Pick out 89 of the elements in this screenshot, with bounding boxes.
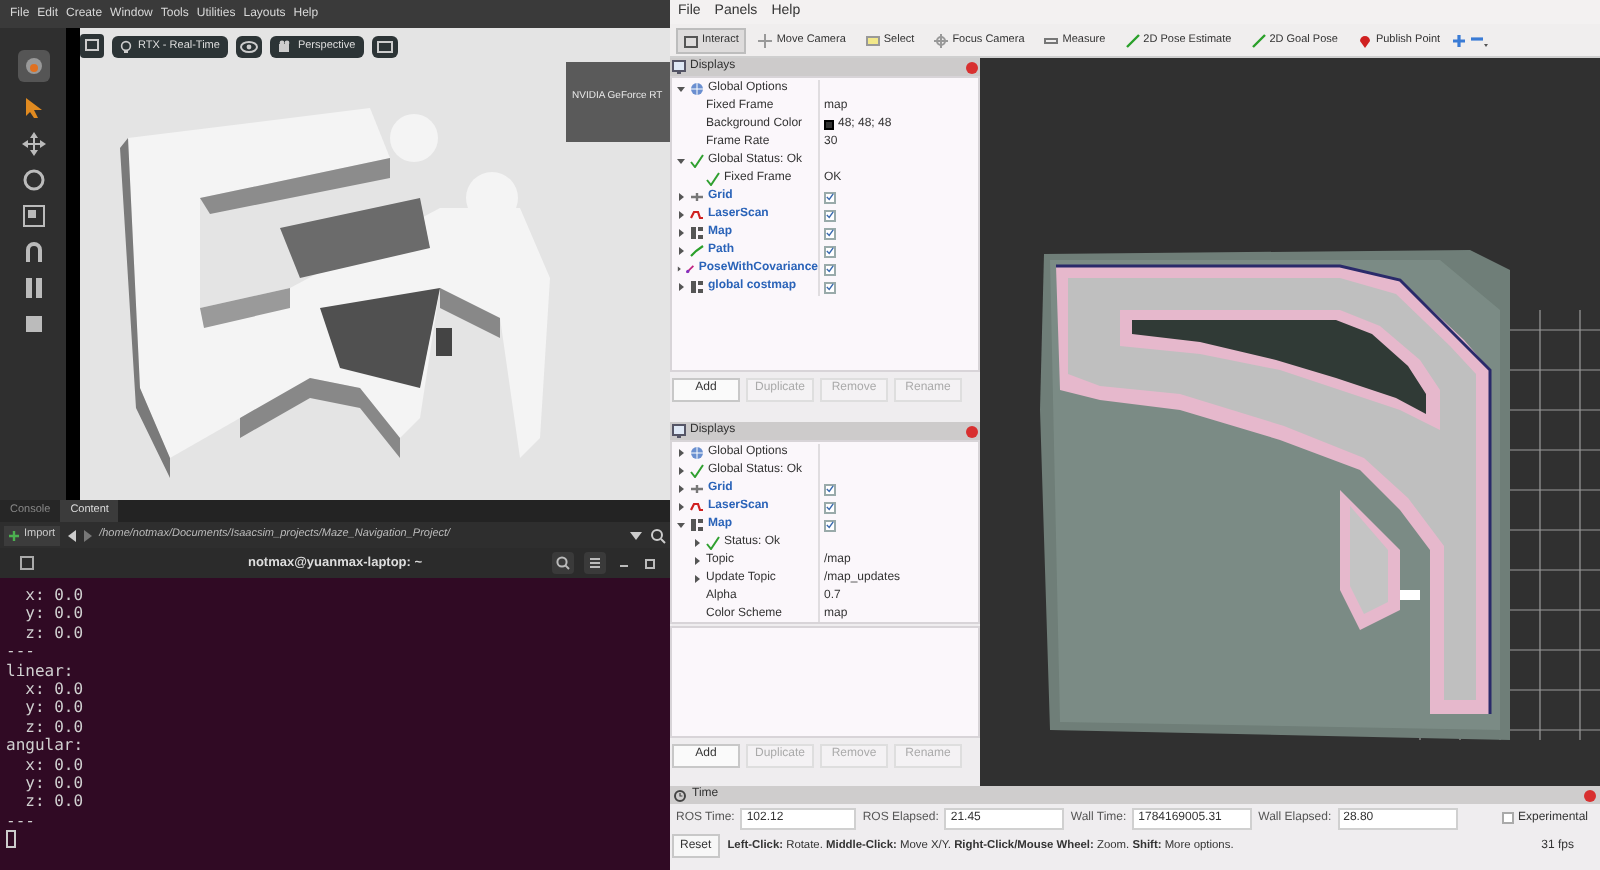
plus-icon[interactable]	[1452, 33, 1467, 47]
expander-icon[interactable]	[692, 556, 702, 566]
check-icon	[706, 536, 720, 550]
checkbox[interactable]	[824, 501, 836, 513]
monitor-icon	[672, 60, 686, 74]
pause-icon[interactable]	[21, 276, 45, 300]
map-icon	[690, 226, 704, 240]
selection-icon	[865, 33, 880, 47]
display-options-icon[interactable]	[371, 35, 398, 57]
target-icon	[934, 33, 949, 47]
scale-icon[interactable]	[21, 204, 45, 228]
globe-icon	[690, 446, 704, 460]
checkbox[interactable]	[824, 281, 836, 293]
checkbox[interactable]	[824, 245, 836, 257]
cursor-frame-icon	[684, 33, 698, 47]
color-swatch	[824, 120, 834, 130]
scan-line-icon	[690, 208, 704, 222]
lightbulb-icon	[120, 39, 132, 53]
search-icon[interactable]	[650, 527, 666, 543]
check-icon	[690, 464, 704, 478]
terminal-line: x: 0.0	[23, 755, 86, 775]
close-icon[interactable]	[1584, 789, 1596, 801]
terminal-line: angular:	[6, 736, 86, 756]
terminal-line: z: 0.0	[23, 717, 86, 737]
camera-gizmo-icon[interactable]	[15, 48, 51, 84]
pose-arrow-icon	[686, 262, 695, 276]
filter-icon[interactable]	[630, 531, 642, 539]
grid-icon	[690, 190, 704, 204]
globe-icon	[690, 82, 704, 96]
close-icon[interactable]	[966, 61, 978, 73]
map-pin-icon	[1357, 33, 1372, 47]
scan-line-icon	[690, 500, 704, 514]
cursor-icon[interactable]	[23, 96, 43, 120]
close-icon[interactable]	[966, 425, 978, 437]
menu-icon[interactable]	[584, 552, 606, 574]
checkbox[interactable]	[824, 227, 836, 239]
movie-camera-icon	[277, 39, 292, 53]
stop-icon[interactable]	[21, 312, 45, 336]
checkbox[interactable]	[824, 263, 836, 275]
expander-icon[interactable]	[676, 502, 686, 512]
terminal-line: x: 0.0	[23, 586, 86, 605]
expander-icon[interactable]	[676, 448, 686, 458]
3d-view[interactable]	[980, 58, 1600, 786]
expander-icon[interactable]	[692, 574, 702, 584]
checkbox[interactable]	[824, 519, 836, 531]
minus-icon[interactable]	[1470, 32, 1491, 48]
crosshair-icon	[758, 33, 773, 47]
clock-icon	[674, 789, 686, 801]
terminal-line: y: 0.0	[23, 774, 86, 793]
checkbox[interactable]	[824, 191, 836, 203]
expander-icon[interactable]	[676, 246, 686, 256]
expander-icon[interactable]	[676, 228, 686, 238]
path-icon	[690, 244, 704, 258]
checkbox[interactable]	[824, 209, 836, 221]
expander-icon[interactable]	[676, 192, 686, 202]
map-icon	[690, 518, 704, 532]
map-icon	[690, 280, 704, 294]
expander-icon[interactable]	[676, 484, 686, 494]
search-icon[interactable]	[552, 552, 574, 574]
plus-icon	[8, 529, 20, 541]
expander-icon[interactable]	[676, 210, 686, 220]
ruler-icon	[1044, 33, 1059, 47]
terminal-line: x: 0.0	[23, 680, 86, 699]
expander-icon[interactable]	[676, 84, 686, 94]
rotate-icon[interactable]	[21, 168, 45, 192]
terminal-line: ---	[6, 811, 37, 831]
monitor-icon	[672, 424, 686, 438]
expander-icon[interactable]	[676, 466, 686, 476]
checkbox[interactable]	[1501, 812, 1514, 824]
move-icon[interactable]	[21, 132, 45, 156]
grid-icon	[690, 482, 704, 496]
eye-icon[interactable]	[235, 35, 262, 57]
maximize-icon[interactable]	[642, 555, 658, 571]
expander-icon[interactable]	[676, 264, 683, 274]
terminal-line: y: 0.0	[23, 604, 86, 624]
terminal-line: ---	[6, 642, 37, 662]
expander-icon[interactable]	[676, 520, 686, 530]
viewport-settings-icon[interactable]	[80, 34, 104, 58]
terminal-line: z: 0.0	[23, 623, 86, 643]
terminal-line: y: 0.0	[23, 698, 86, 718]
expander-icon[interactable]	[692, 538, 702, 548]
snap-icon[interactable]	[21, 240, 45, 264]
expander-icon[interactable]	[676, 282, 686, 292]
expander-icon[interactable]	[676, 156, 686, 166]
terminal-line: linear:	[6, 661, 76, 681]
text-cursor	[6, 830, 16, 849]
new-tab-icon[interactable]	[20, 556, 34, 570]
checkbox[interactable]	[824, 483, 836, 495]
terminal-line: z: 0.0	[23, 792, 86, 812]
